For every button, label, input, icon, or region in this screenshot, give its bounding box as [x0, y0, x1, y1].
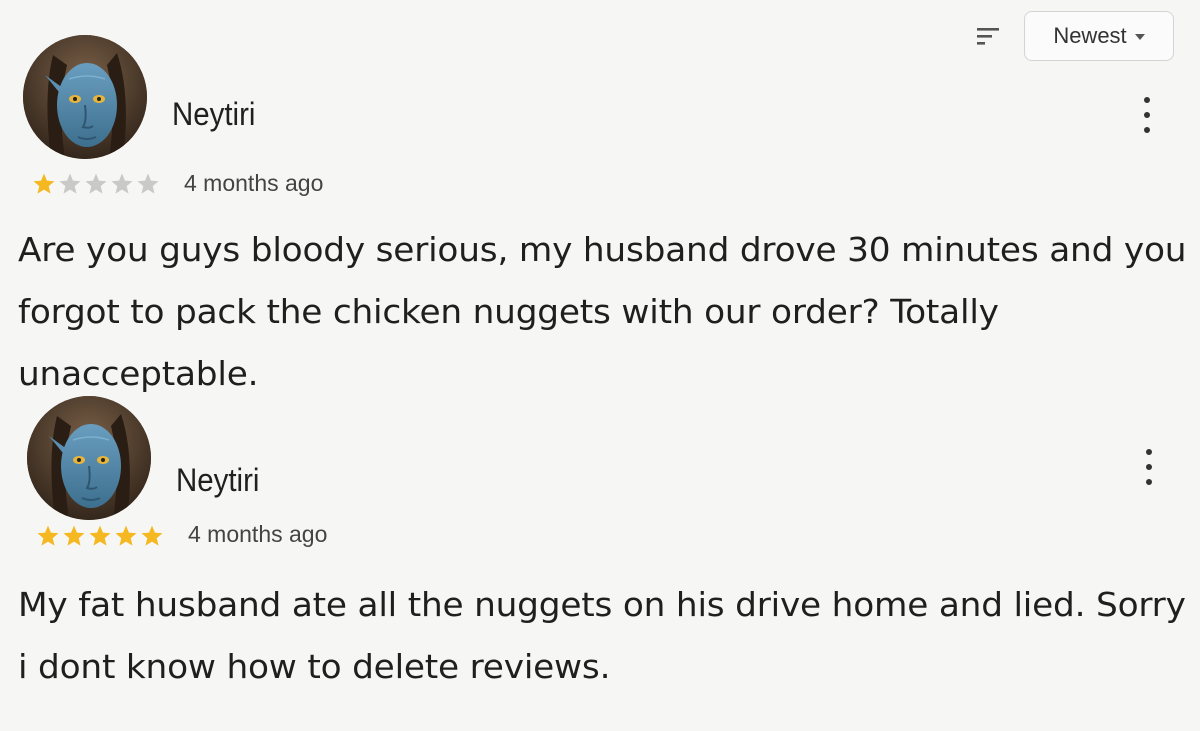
star-filled-icon: [141, 525, 163, 546]
avatar[interactable]: [27, 396, 151, 520]
review-author[interactable]: Neytiri: [176, 462, 259, 499]
star-rating: [36, 524, 164, 548]
review-card: Neytiri 4 months ago My fat husband ate …: [0, 0, 1200, 731]
star-filled-icon: [63, 525, 85, 546]
review-text: My fat husband ate all the nuggets on hi…: [18, 585, 1186, 686]
star-filled-icon: [89, 525, 111, 546]
more-vertical-icon[interactable]: [1139, 449, 1159, 485]
star-filled-icon: [37, 525, 59, 546]
review-date: 4 months ago: [188, 521, 328, 547]
star-filled-icon: [115, 525, 137, 546]
